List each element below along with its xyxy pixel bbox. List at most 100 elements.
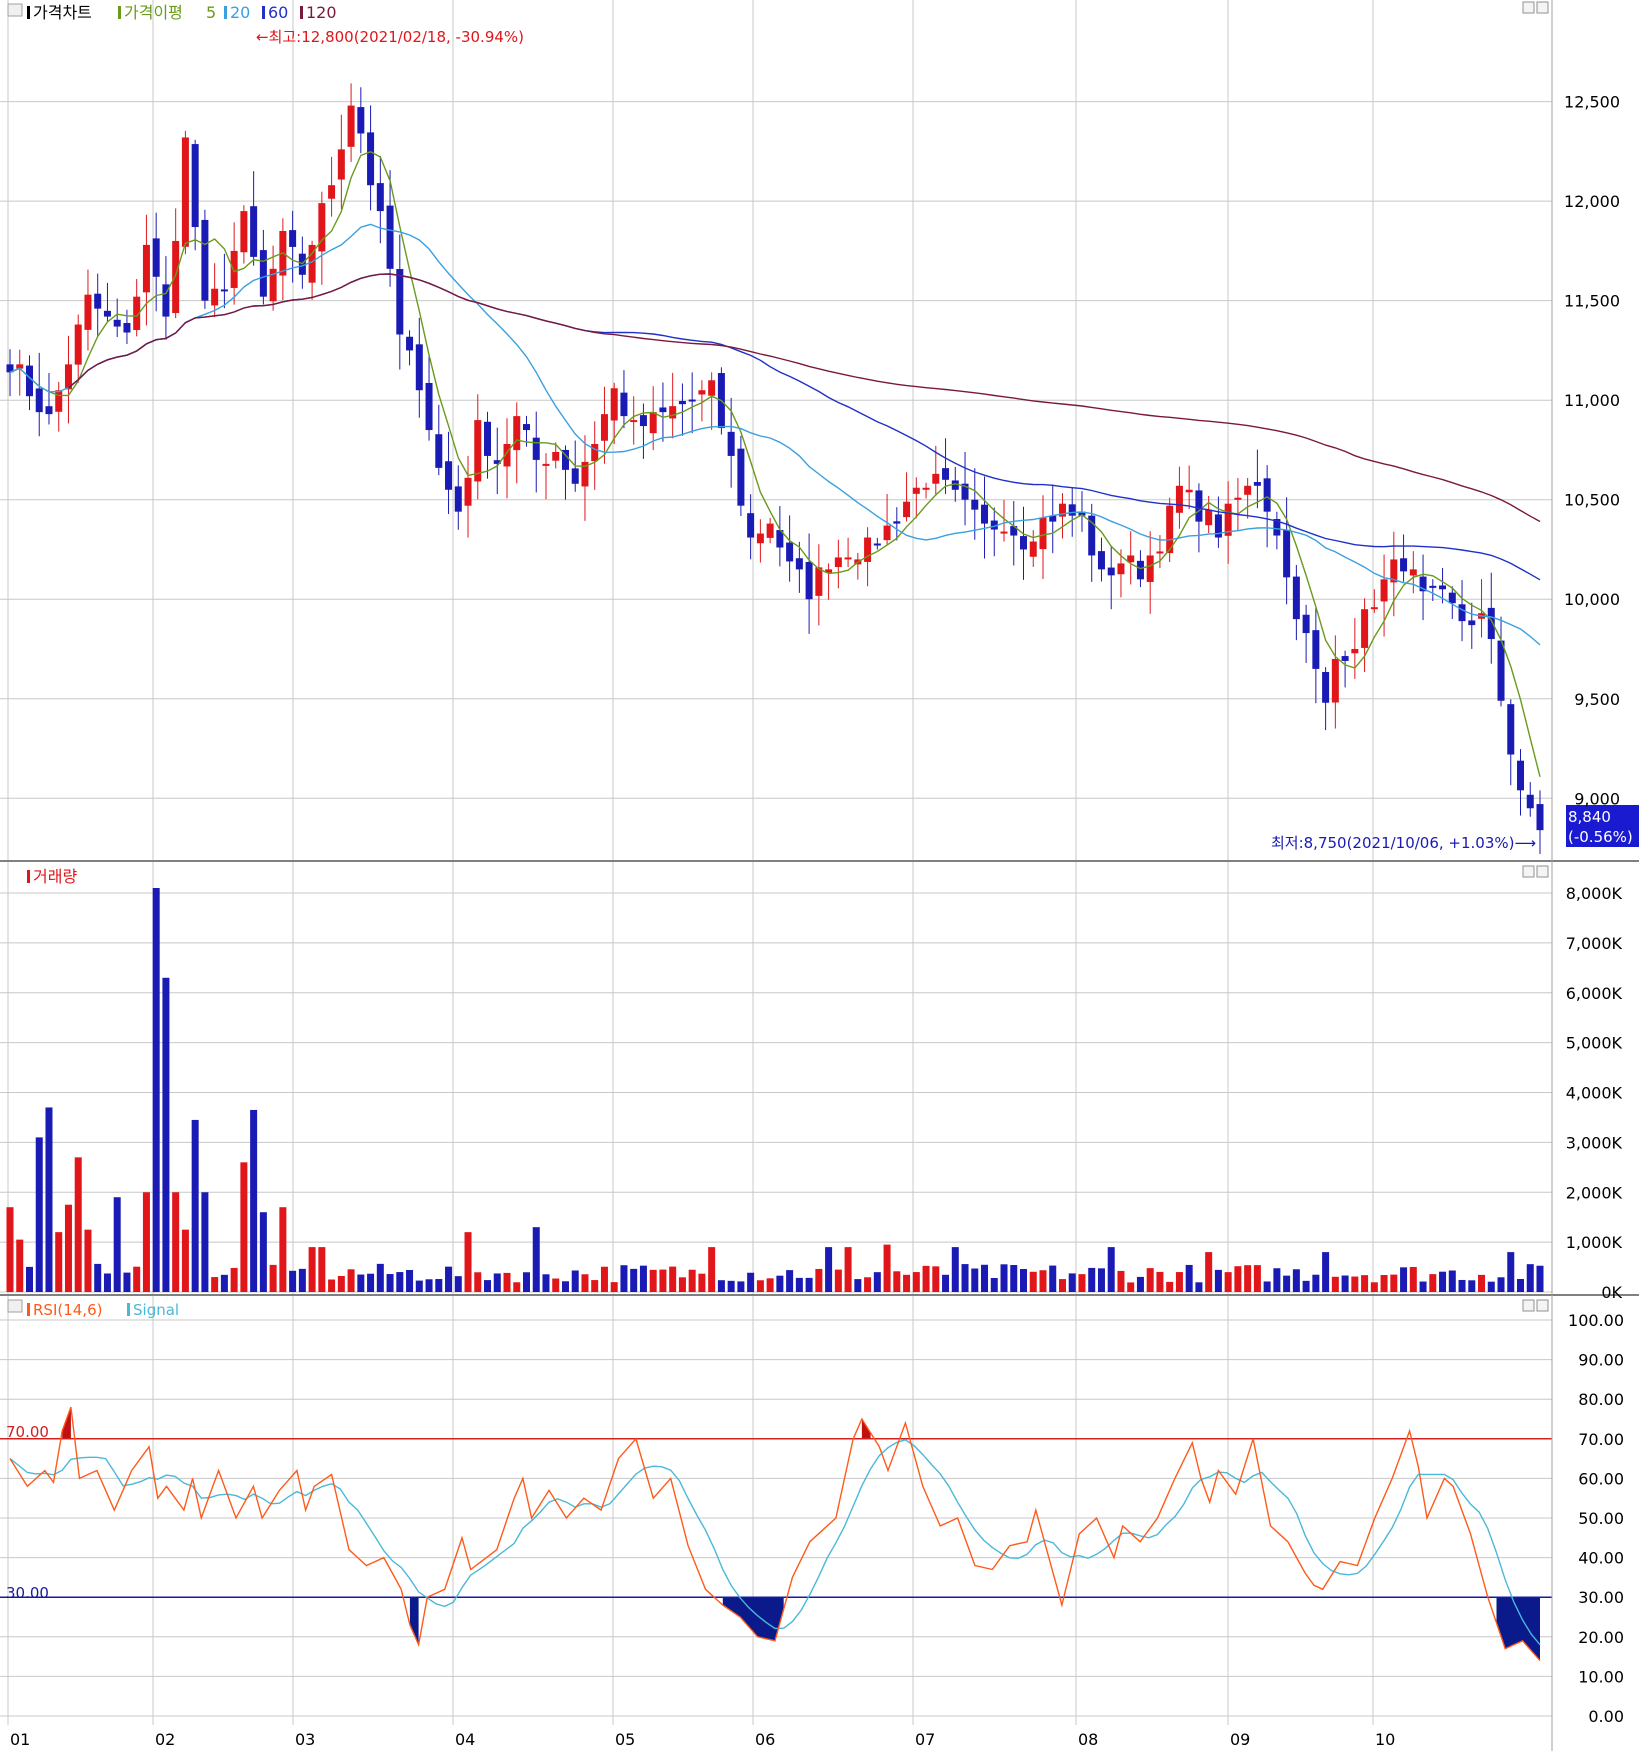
month-tick-label: 04 bbox=[455, 1730, 475, 1749]
volume-tick-label: 2,000K bbox=[1566, 1183, 1623, 1202]
candle-down bbox=[445, 461, 453, 490]
close-icon[interactable] bbox=[1536, 1, 1549, 14]
candle-up bbox=[542, 463, 550, 466]
candle-up bbox=[513, 416, 521, 451]
rsi-tick-label: 0.00 bbox=[1588, 1707, 1624, 1726]
volume-bar bbox=[250, 1109, 258, 1292]
volume-bar bbox=[211, 1277, 219, 1292]
minimize-icon[interactable] bbox=[1522, 1, 1535, 14]
volume-axis: 8,000K 7,000K 6,000K 5,000K 4,000K 3,000K 2,00… bbox=[1566, 884, 1623, 1302]
volume-bar bbox=[756, 1280, 764, 1292]
price-tick-label: 9,500 bbox=[1574, 690, 1620, 709]
candle-up bbox=[172, 240, 180, 314]
volume-bar bbox=[561, 1281, 569, 1292]
candle-down bbox=[357, 107, 365, 134]
candle-up bbox=[1185, 489, 1193, 493]
volume-bar bbox=[669, 1266, 677, 1292]
volume-bar bbox=[620, 1265, 628, 1292]
close-icon[interactable] bbox=[1536, 1299, 1549, 1312]
ma-legend-swatch bbox=[118, 6, 121, 19]
price-panel-controls[interactable] bbox=[1522, 1, 1549, 14]
rsi-oversold-area bbox=[409, 1597, 419, 1645]
rsi-tick-label: 80.00 bbox=[1578, 1390, 1624, 1409]
ma120-legend: 120 bbox=[306, 3, 337, 22]
candle-up bbox=[844, 557, 852, 560]
candle-up bbox=[649, 412, 657, 434]
candle-down bbox=[786, 542, 794, 562]
volume-bar bbox=[1010, 1265, 1018, 1292]
ma120-line bbox=[68, 273, 1541, 523]
price-tick-label: 11,500 bbox=[1564, 292, 1620, 311]
volume-bar bbox=[1380, 1274, 1388, 1292]
volume-bar bbox=[688, 1269, 696, 1292]
volume-bar bbox=[571, 1270, 579, 1292]
volume-bar bbox=[1390, 1274, 1398, 1292]
ma20-line bbox=[9, 223, 1541, 646]
volume-bar bbox=[1302, 1280, 1310, 1292]
volume-bar bbox=[1068, 1273, 1076, 1292]
price-tick-label: 10,500 bbox=[1564, 491, 1620, 510]
minimize-icon[interactable] bbox=[1522, 865, 1535, 878]
rsi-oversold-area bbox=[1496, 1597, 1540, 1661]
candle-up bbox=[1361, 609, 1369, 648]
candle-down bbox=[522, 424, 530, 431]
rsi-panel-controls[interactable] bbox=[1522, 1299, 1549, 1312]
volume-bar bbox=[220, 1274, 228, 1292]
volume-layer bbox=[6, 888, 1544, 1292]
candle-up bbox=[698, 390, 706, 395]
rsi-tick-label: 30.00 bbox=[1578, 1588, 1624, 1607]
candle-down bbox=[123, 322, 131, 333]
candle-up bbox=[912, 487, 920, 494]
candle-down bbox=[981, 504, 989, 524]
volume-bar bbox=[376, 1263, 384, 1292]
volume-bar bbox=[503, 1272, 511, 1292]
candle-up bbox=[1117, 563, 1125, 575]
close-icon[interactable] bbox=[1536, 865, 1549, 878]
volume-bar bbox=[786, 1270, 794, 1292]
volume-bar bbox=[717, 1280, 725, 1292]
rsi-tick-label: 40.00 bbox=[1578, 1549, 1624, 1568]
volume-bar bbox=[142, 1192, 150, 1292]
volume-bar bbox=[990, 1277, 998, 1292]
volume-bar bbox=[1244, 1265, 1252, 1292]
candle-down bbox=[367, 132, 375, 186]
candle-down bbox=[1107, 567, 1115, 576]
candle-up bbox=[230, 250, 238, 288]
volume-bar bbox=[1517, 1278, 1525, 1292]
volume-bar bbox=[932, 1266, 940, 1292]
volume-bar bbox=[406, 1269, 414, 1292]
volume-bar bbox=[1458, 1279, 1466, 1292]
volume-bar bbox=[123, 1272, 131, 1292]
volume-bar bbox=[825, 1247, 833, 1292]
volume-bar bbox=[367, 1273, 375, 1292]
candle-down bbox=[1526, 794, 1534, 809]
volume-bar bbox=[1205, 1252, 1213, 1292]
volume-bar bbox=[1273, 1268, 1281, 1292]
candle-up bbox=[181, 137, 189, 247]
ma20-legend-swatch bbox=[224, 6, 227, 19]
price-legend-title: 가격차트 bbox=[33, 3, 92, 22]
volume-bar bbox=[201, 1192, 209, 1292]
volume-bar bbox=[522, 1272, 530, 1292]
candle-up bbox=[766, 523, 774, 538]
signal-legend-title: Signal bbox=[133, 1301, 179, 1319]
candle-up bbox=[347, 105, 355, 147]
volume-bar bbox=[776, 1275, 784, 1292]
candle-down bbox=[532, 437, 540, 460]
candle-up bbox=[815, 567, 823, 596]
candle-down bbox=[35, 388, 43, 413]
candle-up bbox=[142, 244, 150, 293]
rsi-tick-label: 20.00 bbox=[1578, 1628, 1624, 1647]
signal-legend-swatch bbox=[127, 1303, 130, 1316]
minimize-icon[interactable] bbox=[1522, 1299, 1535, 1312]
volume-panel-controls[interactable] bbox=[1522, 865, 1549, 878]
low-price-note: 최저:8,750(2021/10/06, +1.03%)⟶ bbox=[1271, 834, 1536, 852]
volume-bar bbox=[834, 1269, 842, 1292]
candle-up bbox=[630, 420, 638, 423]
price-tick-label: 12,000 bbox=[1564, 192, 1620, 211]
volume-bar bbox=[795, 1277, 803, 1292]
candle-down bbox=[1429, 585, 1437, 588]
candle-down bbox=[1341, 656, 1349, 661]
candle-up bbox=[1409, 569, 1417, 576]
candle-down bbox=[942, 468, 950, 480]
